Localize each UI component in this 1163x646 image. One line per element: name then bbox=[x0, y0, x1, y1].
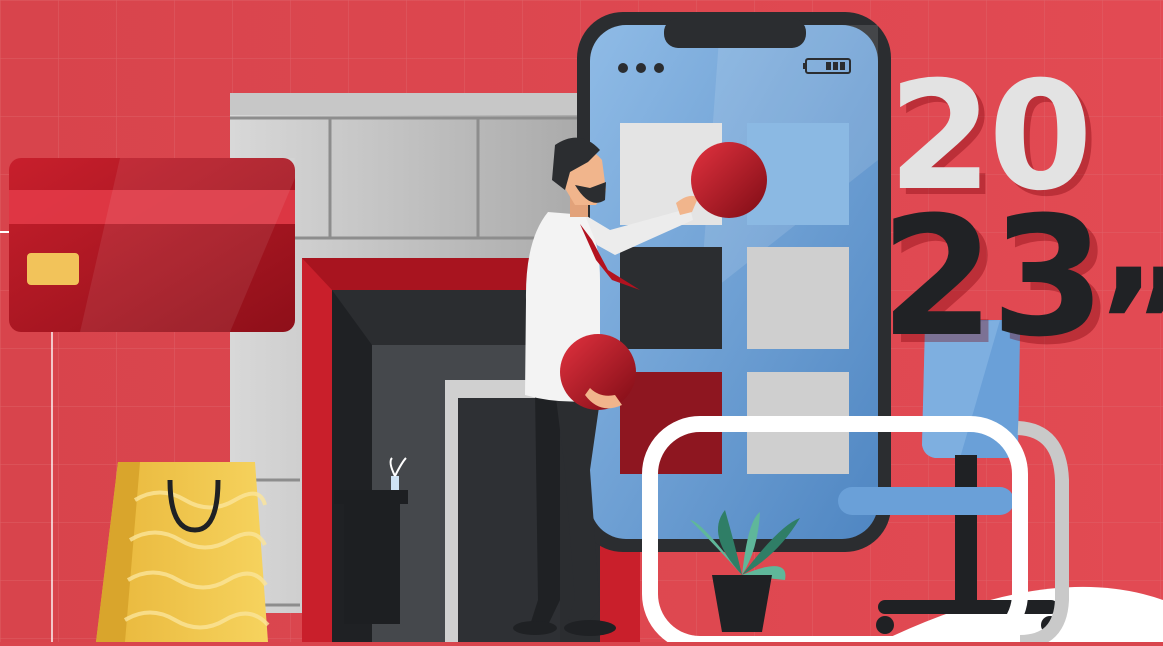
red-ball-top bbox=[691, 142, 767, 218]
phone-status-dots bbox=[618, 63, 664, 73]
credit-card-icon bbox=[9, 158, 295, 332]
quote-mark: ” bbox=[1095, 250, 1163, 400]
year-bottom-digits: 23 bbox=[880, 181, 1106, 373]
shopping-bag-icon bbox=[96, 462, 270, 642]
